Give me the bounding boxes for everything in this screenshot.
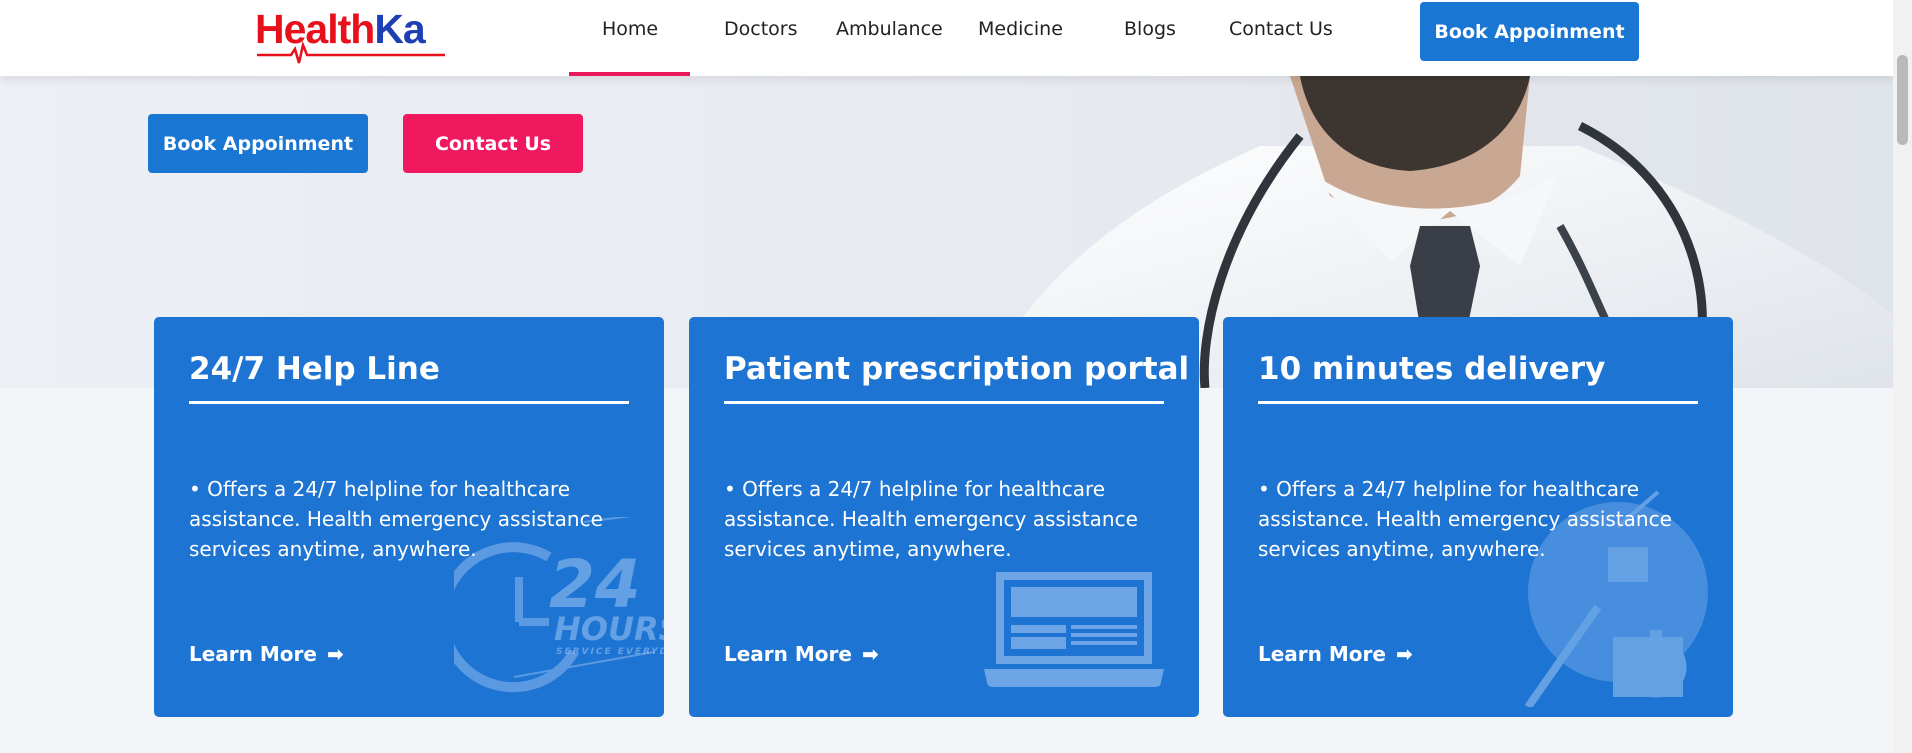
header-book-appointment-button[interactable]: Book Appoinment: [1420, 2, 1639, 61]
card-description: • Offers a 24/7 helpline for healthcare …: [1258, 477, 1672, 561]
card-prescription-portal: Patient prescription portal • Offers a 2…: [689, 317, 1199, 717]
svg-text:HOURS: HOURS: [554, 610, 664, 648]
card-divider: [724, 401, 1164, 404]
nav-home[interactable]: Home: [602, 18, 658, 40]
card-description: • Offers a 24/7 helpline for healthcare …: [189, 477, 603, 561]
scrollbar-thumb[interactable]: [1897, 55, 1908, 145]
arrow-right-icon: ➡: [861, 642, 879, 666]
card-divider: [189, 401, 629, 404]
card-description: • Offers a 24/7 helpline for healthcare …: [724, 477, 1138, 561]
card-title: 24/7 Help Line: [189, 351, 440, 387]
card-divider: [1258, 401, 1698, 404]
laptop-icon: [984, 572, 1164, 687]
healthka-logo[interactable]: HealthKa: [255, 6, 445, 64]
nav-ambulance[interactable]: Ambulance: [836, 18, 943, 40]
card-learn-more-link[interactable]: Learn More ➡: [1258, 642, 1413, 666]
nav-doctors[interactable]: Doctors: [724, 18, 798, 40]
card-title: 10 minutes delivery: [1258, 351, 1606, 387]
card-title: Patient prescription portal: [724, 351, 1190, 387]
card-helpline: 24/7 Help Line • Offers a 24/7 helpline …: [154, 317, 664, 717]
card-learn-more-link[interactable]: Learn More ➡: [189, 642, 344, 666]
hero-contact-us-button[interactable]: Contact Us: [403, 114, 583, 173]
nav-medicine[interactable]: Medicine: [978, 18, 1063, 40]
svg-text:SERVICE EVERYDAY: SERVICE EVERYDAY: [556, 647, 664, 657]
nav-blogs[interactable]: Blogs: [1124, 18, 1176, 40]
page-scrollbar[interactable]: [1893, 0, 1912, 753]
arrow-right-icon: ➡: [1395, 642, 1413, 666]
card-delivery: 10 minutes delivery • Offers a 24/7 help…: [1223, 317, 1733, 717]
site-header: HealthKa Home Doctors Ambulance Medicine…: [0, 0, 1893, 76]
hero-book-appointment-button[interactable]: Book Appoinment: [148, 114, 368, 173]
heartbeat-icon: [257, 41, 445, 64]
nav-active-indicator: [569, 72, 690, 76]
arrow-right-icon: ➡: [326, 642, 344, 666]
card-learn-more-link[interactable]: Learn More ➡: [724, 642, 879, 666]
nav-contact-us[interactable]: Contact Us: [1229, 18, 1333, 40]
